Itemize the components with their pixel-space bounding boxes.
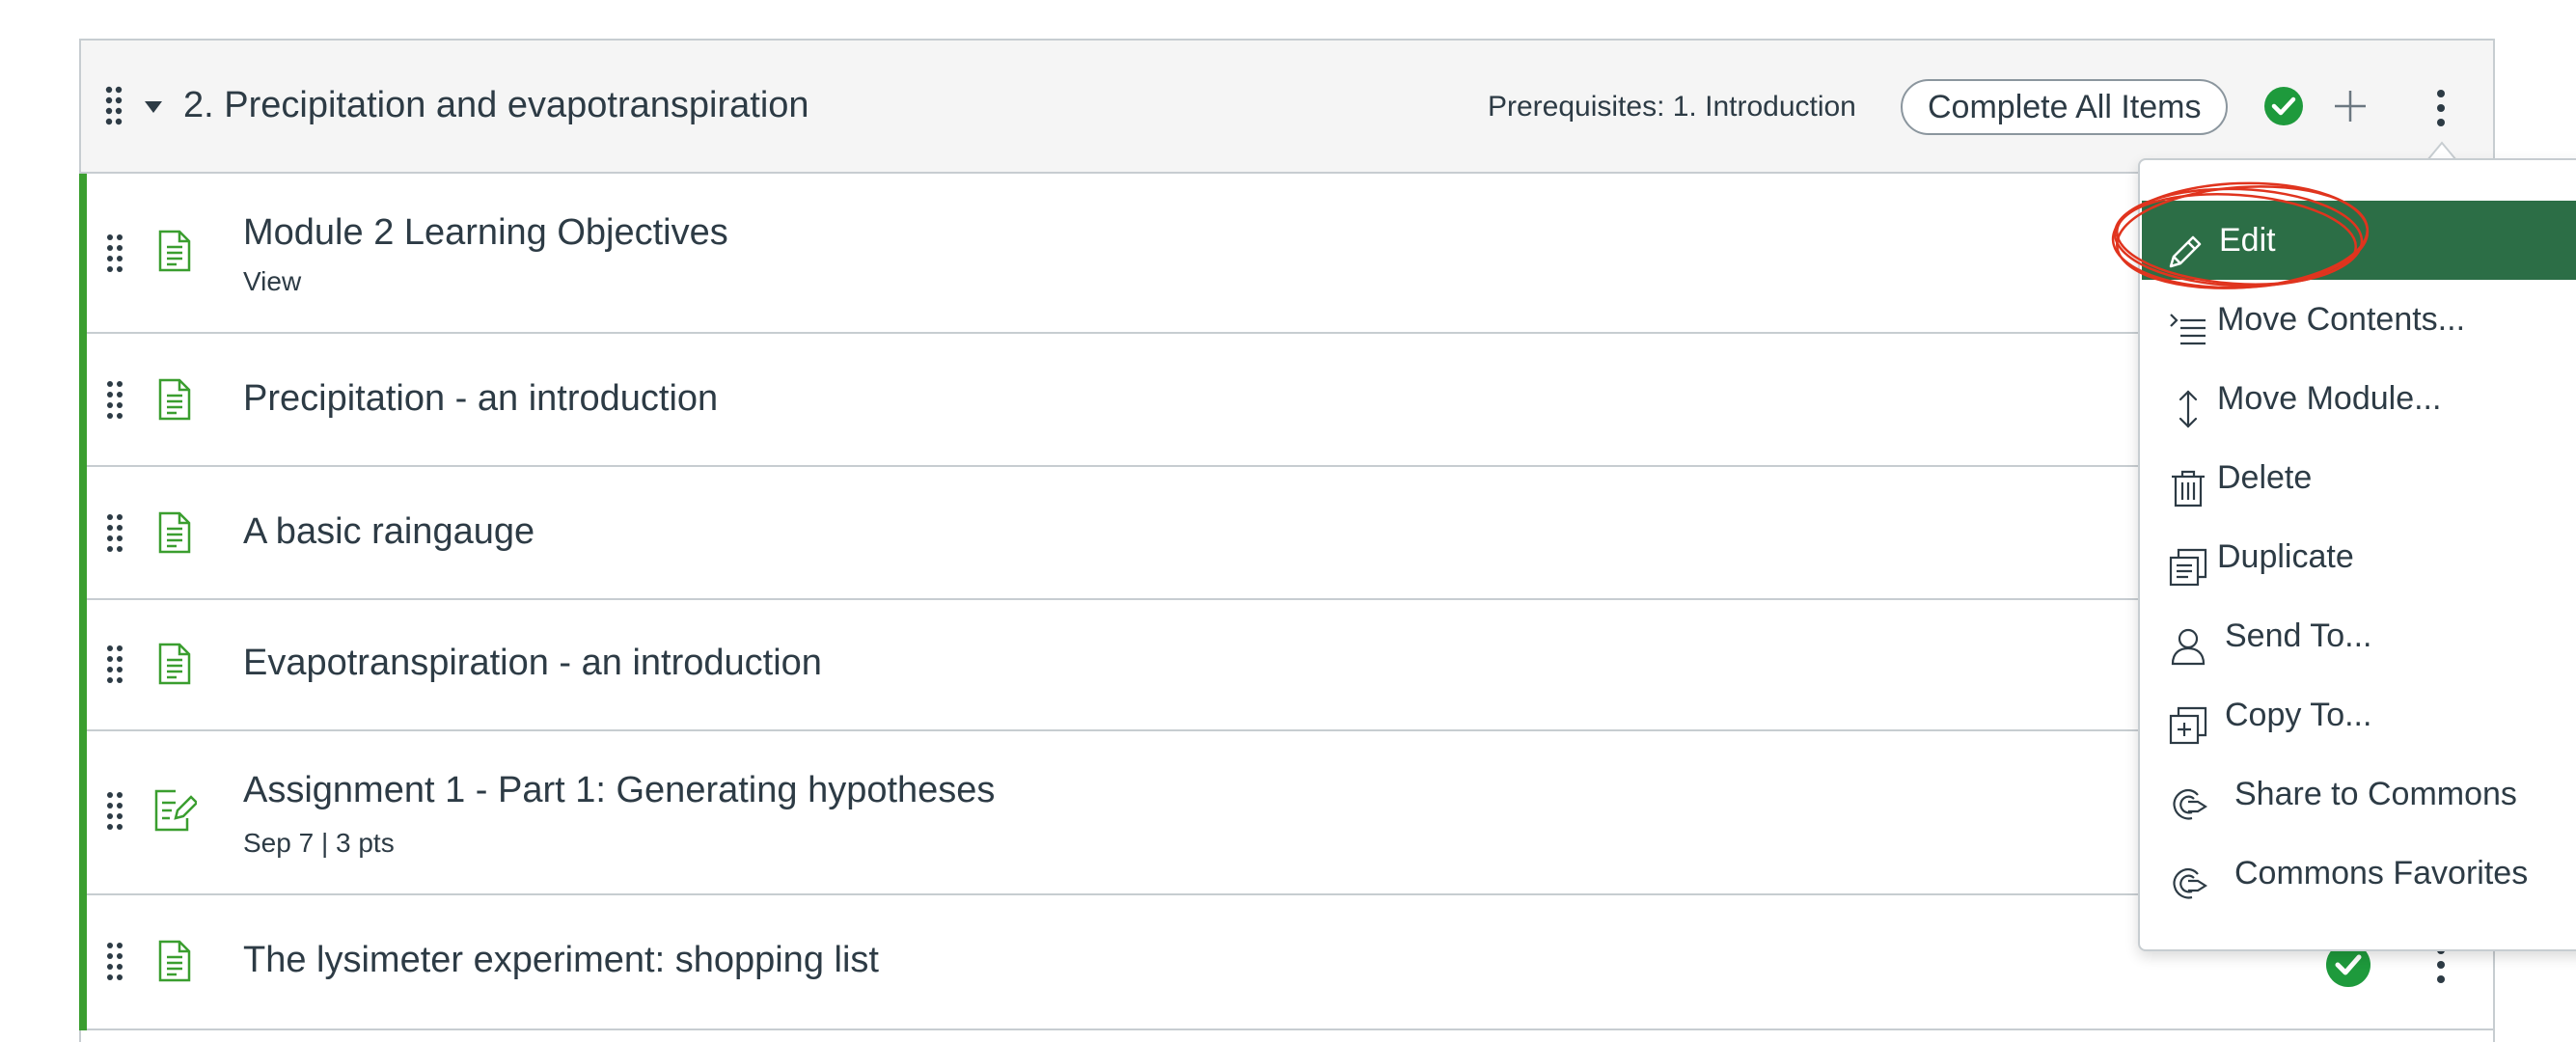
module-item[interactable]: Precipitation - an introduction: [79, 334, 2493, 467]
item-title[interactable]: Precipitation - an introduction: [243, 378, 718, 420]
menu-item-move-module[interactable]: Move Module...: [2140, 359, 2576, 438]
module-item[interactable]: Assignment 1 - Part 1: Generating hypoth…: [79, 731, 2493, 895]
page-icon: [158, 643, 191, 690]
item-title[interactable]: Evapotranspiration - an introduction: [243, 643, 822, 684]
drag-handle-icon[interactable]: [106, 791, 123, 832]
module-item[interactable]: A basic raingauge: [79, 467, 2493, 600]
module-header: 2. Precipitation and evapotranspiration …: [81, 41, 2493, 174]
add-item-button[interactable]: [2333, 89, 2368, 128]
menu-item-delete[interactable]: Delete: [2140, 438, 2576, 517]
drag-handle-icon[interactable]: [106, 380, 123, 421]
drag-handle-icon[interactable]: [104, 85, 123, 127]
item-options-button[interactable]: [2435, 946, 2447, 989]
annotation-circle: [2103, 170, 2383, 310]
assignment-icon: [154, 789, 199, 836]
page-icon: [158, 940, 191, 987]
item-title[interactable]: A basic raingauge: [243, 511, 534, 553]
menu-item-send-to[interactable]: Send To...: [2140, 596, 2576, 675]
commons-icon: [2169, 853, 2208, 932]
module-options-button[interactable]: [2435, 89, 2447, 132]
prerequisites-text: Prerequisites: 1. Introduction: [1488, 91, 1856, 123]
menu-item-duplicate[interactable]: Duplicate: [2140, 517, 2576, 596]
item-title[interactable]: Assignment 1 - Part 1: Generating hypoth…: [243, 770, 995, 811]
module-item[interactable]: Evapotranspiration - an introduction: [79, 600, 2493, 731]
complete-check-icon: [2263, 86, 2304, 131]
page-icon: [158, 230, 191, 277]
menu-item-copy-to[interactable]: Copy To...: [2140, 675, 2576, 754]
drag-handle-icon[interactable]: [106, 233, 123, 274]
drag-handle-icon[interactable]: [106, 513, 123, 554]
item-title[interactable]: The lysimeter experiment: shopping list: [243, 940, 879, 981]
item-details: Sep 7 | 3 pts: [243, 828, 395, 858]
module-title: 2. Precipitation and evapotranspiration: [183, 85, 809, 125]
item-requirement: View: [243, 266, 302, 296]
requirement-pill: Complete All Items: [1901, 79, 2229, 135]
drag-handle-icon[interactable]: [106, 942, 123, 982]
page-icon: [158, 378, 191, 425]
drag-handle-icon[interactable]: [106, 644, 123, 685]
menu-item-commons-favorites[interactable]: Commons Favorites: [2140, 834, 2576, 913]
collapse-caret-icon[interactable]: [145, 100, 162, 118]
menu-item-share-to-commons[interactable]: Share to Commons: [2140, 754, 2576, 834]
item-title[interactable]: Module 2 Learning Objectives: [243, 212, 728, 254]
module-item[interactable]: The lysimeter experiment: shopping list: [79, 895, 2493, 1030]
page-icon: [158, 511, 191, 559]
